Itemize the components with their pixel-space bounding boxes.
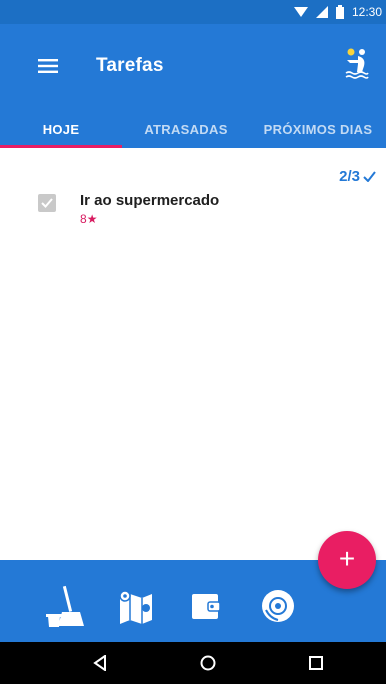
nav-chores-button[interactable] [40, 580, 92, 632]
task-checkbox[interactable] [38, 194, 56, 212]
status-bar: 12:30 [0, 0, 386, 24]
phone-screen: 12:30 Tarefas HOJE ATRASADAS PRÓXIMOS DI… [0, 0, 386, 684]
task-points-value: 8 [80, 212, 87, 226]
app-bar: Tarefas [0, 24, 386, 110]
hamburger-menu-icon [38, 59, 58, 73]
task-title: Ir ao supermercado [80, 192, 220, 209]
menu-button[interactable] [26, 44, 70, 88]
page-title: Tarefas [96, 55, 164, 76]
home-circle-icon [200, 655, 216, 671]
profile-button[interactable] [340, 46, 370, 80]
map-icon [119, 590, 152, 624]
back-triangle-icon [93, 655, 106, 671]
list-item[interactable]: Ir ao supermercado 8★ [0, 190, 386, 238]
nav-wallet-button[interactable] [180, 580, 232, 632]
task-list: 2/3 Ir ao supermercado 8★ [0, 148, 386, 560]
tab-bar: HOJE ATRASADAS PRÓXIMOS DIAS [0, 110, 386, 148]
broom-bucket-icon [46, 585, 84, 627]
recent-apps-button[interactable] [294, 648, 338, 678]
recent-apps-square-icon [309, 656, 323, 670]
person-fishing-icon [345, 48, 369, 79]
tab-proximos-dias[interactable]: PRÓXIMOS DIAS [250, 110, 386, 148]
progress-text: 2/3 [339, 168, 360, 185]
nav-map-button[interactable] [110, 580, 162, 632]
checkmark-icon [363, 171, 376, 182]
wifi-icon [293, 7, 308, 17]
progress-counter: 2/3 [339, 168, 376, 185]
task-points: 8★ [80, 212, 97, 226]
back-button[interactable] [78, 648, 122, 678]
signal-icon [315, 6, 328, 18]
add-task-button[interactable]: + [318, 531, 376, 589]
wallet-icon [192, 594, 221, 619]
tab-atrasadas[interactable]: ATRASADAS [122, 110, 250, 148]
disc-icon [262, 590, 294, 622]
nav-disc-button[interactable] [252, 580, 304, 632]
check-icon [41, 198, 53, 208]
home-button[interactable] [186, 648, 230, 678]
status-time: 12:30 [351, 5, 382, 19]
battery-icon [335, 5, 344, 19]
system-navigation-bar [0, 642, 386, 684]
star-icon: ★ [86, 212, 98, 226]
tab-hoje[interactable]: HOJE [0, 110, 122, 148]
fab-plus-label: + [338, 543, 356, 574]
